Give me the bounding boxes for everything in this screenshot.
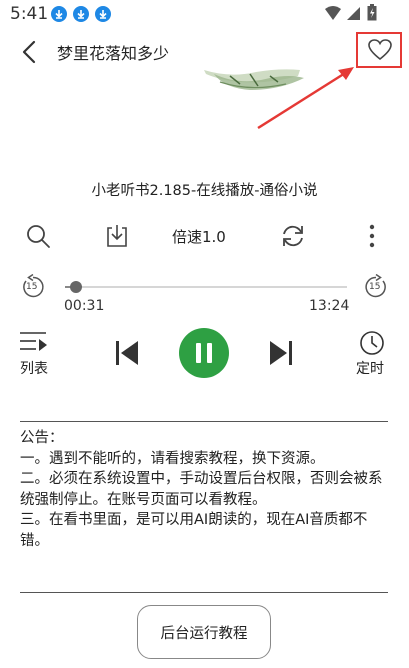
page-title: 梦里花落知多少: [57, 44, 170, 63]
pause-button[interactable]: [179, 328, 229, 378]
wifi-icon: [325, 6, 341, 20]
status-time: 5:41: [10, 4, 49, 24]
download-icon: [51, 6, 67, 22]
download-icon[interactable]: [103, 222, 131, 250]
list-button[interactable]: 列表: [18, 328, 54, 378]
search-icon[interactable]: [24, 222, 52, 250]
timer-label: 定时: [356, 361, 384, 377]
background-run-tutorial-button[interactable]: 后台运行教程: [137, 605, 271, 659]
back-button[interactable]: [16, 38, 44, 66]
total-time: 13:24: [309, 298, 350, 314]
signal-icon: [347, 7, 360, 20]
skip-back-label: 15: [26, 282, 38, 292]
playlist-icon: [20, 332, 47, 351]
skip-forward-15-button[interactable]: 15: [363, 273, 389, 300]
previous-button[interactable]: [114, 339, 140, 367]
progress-thumb[interactable]: [70, 281, 83, 293]
notice-panel: 公告： 一。遇到不能听的，请看搜索教程，换下资源。 二。必须在系统设置中，手动设…: [20, 421, 388, 593]
timer-button[interactable]: 定时: [354, 328, 390, 378]
annotation-arrow: [257, 67, 354, 130]
current-time: 00:31: [64, 298, 105, 314]
favorite-button[interactable]: [367, 38, 393, 62]
more-vertical-icon[interactable]: [358, 222, 386, 250]
book-title: 小老听书2.185-在线播放-通俗小说: [91, 183, 318, 199]
progress-track[interactable]: [65, 286, 347, 288]
download-icon: [95, 6, 111, 22]
list-label: 列表: [20, 361, 48, 377]
notice-item: 一。遇到不能听的，请看搜索教程，换下资源。: [20, 450, 325, 467]
skip-forward-label: 15: [369, 282, 381, 292]
speed-button[interactable]: 倍速1.0: [172, 226, 226, 247]
notice-item: 三。在看书里面，是可以用AI朗读的，现在AI音质都不错。: [20, 512, 368, 549]
refresh-icon[interactable]: [279, 222, 307, 250]
skip-back-15-button[interactable]: 15: [20, 273, 46, 300]
status-bar: 5:41: [0, 0, 409, 30]
notice-heading: 公告：: [20, 430, 64, 446]
battery-icon: [367, 4, 377, 21]
next-button[interactable]: [268, 339, 294, 367]
notice-item: 二。必须在系统设置中，手动设置后台权限，否则会被系统强制停止。在账号页面可以看教…: [20, 471, 383, 508]
download-icon: [73, 6, 89, 22]
pause-icon: [196, 343, 212, 363]
clock-icon: [360, 331, 384, 355]
